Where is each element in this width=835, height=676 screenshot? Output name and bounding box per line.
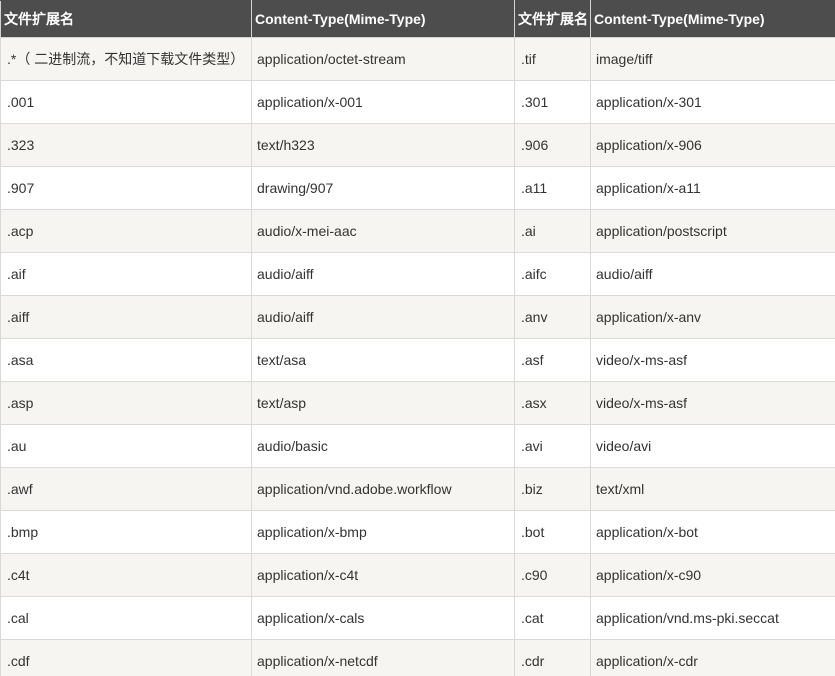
extension-cell: .cat [514,596,591,640]
extension-cell: .*（ 二进制流，不知道下载文件类型） [0,37,252,81]
content-type-cell: application/x-netcdf [251,639,515,676]
content-type-cell: text/asa [251,338,515,382]
content-type-cell: application/octet-stream [251,37,515,81]
header-extension: 文件扩展名 [514,0,591,38]
table-row: .907 drawing/907 .a11 application/x-a11 [0,166,835,210]
table-row: .aif audio/aiff .aifc audio/aiff [0,252,835,296]
content-type-cell: application/x-c4t [251,553,515,597]
extension-cell: .asf [514,338,591,382]
extension-cell: .bmp [0,510,252,554]
content-type-cell: application/x-cals [251,596,515,640]
content-type-cell: application/x-301 [590,80,835,124]
extension-cell: .au [0,424,252,468]
extension-cell: .awf [0,467,252,511]
content-type-cell: application/x-001 [251,80,515,124]
table-row: .cdf application/x-netcdf .cdr applicati… [0,639,835,676]
extension-cell: .aifc [514,252,591,296]
table-row: .323 text/h323 .906 application/x-906 [0,123,835,167]
table-row: .asp text/asp .asx video/x-ms-asf [0,381,835,425]
header-content-type: Content-Type(Mime-Type) [590,0,835,38]
content-type-cell: audio/aiff [251,295,515,339]
extension-cell: .c90 [514,553,591,597]
table-row: .acp audio/x-mei-aac .ai application/pos… [0,209,835,253]
content-type-cell: application/x-anv [590,295,835,339]
table-row: .001 application/x-001 .301 application/… [0,80,835,124]
content-type-cell: application/x-c90 [590,553,835,597]
table-row: .bmp application/x-bmp .bot application/… [0,510,835,554]
table-row: .c4t application/x-c4t .c90 application/… [0,553,835,597]
extension-cell: .301 [514,80,591,124]
mime-type-table-container: 文件扩展名 Content-Type(Mime-Type) 文件扩展名 Cont… [0,0,835,676]
extension-cell: .906 [514,123,591,167]
extension-cell: .cal [0,596,252,640]
extension-cell: .anv [514,295,591,339]
content-type-cell: application/postscript [590,209,835,253]
content-type-cell: audio/x-mei-aac [251,209,515,253]
content-type-cell: application/x-906 [590,123,835,167]
content-type-cell: drawing/907 [251,166,515,210]
content-type-cell: application/x-bot [590,510,835,554]
content-type-cell: audio/aiff [590,252,835,296]
extension-cell: .c4t [0,553,252,597]
content-type-cell: application/vnd.adobe.workflow [251,467,515,511]
content-type-cell: image/tiff [590,37,835,81]
extension-cell: .asp [0,381,252,425]
extension-cell: .323 [0,123,252,167]
extension-cell: .cdf [0,639,252,676]
content-type-cell: application/x-a11 [590,166,835,210]
extension-cell: .acp [0,209,252,253]
content-type-cell: video/x-ms-asf [590,338,835,382]
extension-cell: .bot [514,510,591,554]
extension-cell: .a11 [514,166,591,210]
table-row: .*（ 二进制流，不知道下载文件类型） application/octet-st… [0,37,835,81]
extension-cell: .ai [514,209,591,253]
extension-cell: .tif [514,37,591,81]
table-row: .awf application/vnd.adobe.workflow .biz… [0,467,835,511]
mime-type-table: 文件扩展名 Content-Type(Mime-Type) 文件扩展名 Cont… [0,0,835,676]
content-type-cell: application/x-bmp [251,510,515,554]
content-type-cell: text/h323 [251,123,515,167]
table-header-row: 文件扩展名 Content-Type(Mime-Type) 文件扩展名 Cont… [0,0,835,38]
content-type-cell: text/asp [251,381,515,425]
extension-cell: .aiff [0,295,252,339]
content-type-cell: application/x-cdr [590,639,835,676]
table-row: .asa text/asa .asf video/x-ms-asf [0,338,835,382]
table-row: .cal application/x-cals .cat application… [0,596,835,640]
extension-cell: .asa [0,338,252,382]
content-type-cell: application/vnd.ms-pki.seccat [590,596,835,640]
extension-cell: .avi [514,424,591,468]
extension-cell: .aif [0,252,252,296]
table-row: .au audio/basic .avi video/avi [0,424,835,468]
extension-cell: .907 [0,166,252,210]
extension-cell: .001 [0,80,252,124]
extension-cell: .biz [514,467,591,511]
content-type-cell: video/x-ms-asf [590,381,835,425]
extension-cell: .asx [514,381,591,425]
header-extension: 文件扩展名 [0,0,252,38]
content-type-cell: text/xml [590,467,835,511]
extension-cell: .cdr [514,639,591,676]
header-content-type: Content-Type(Mime-Type) [251,0,515,38]
table-row: .aiff audio/aiff .anv application/x-anv [0,295,835,339]
content-type-cell: audio/basic [251,424,515,468]
content-type-cell: video/avi [590,424,835,468]
content-type-cell: audio/aiff [251,252,515,296]
